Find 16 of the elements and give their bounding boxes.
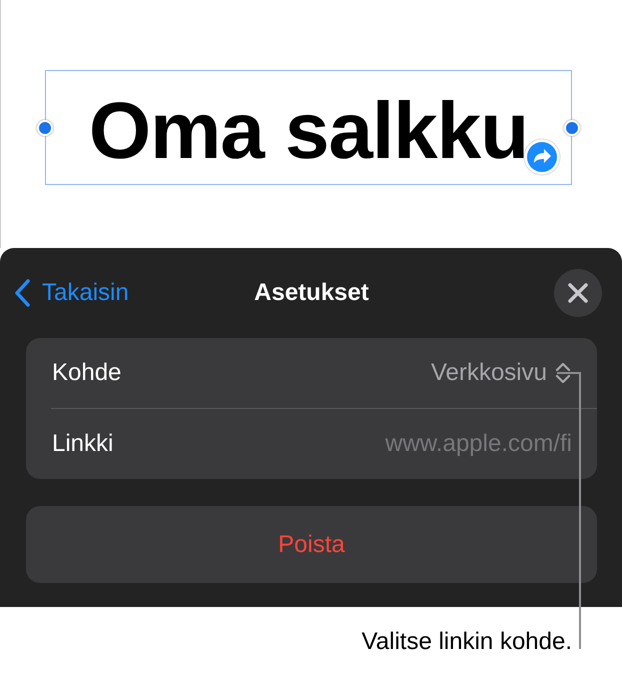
close-icon — [568, 283, 588, 303]
resize-handle[interactable] — [37, 120, 53, 136]
delete-button[interactable]: Poista — [26, 506, 597, 583]
row-label: Kohde — [52, 359, 122, 387]
row-label: Linkki — [52, 430, 114, 458]
close-button[interactable] — [554, 269, 602, 317]
back-button[interactable]: Takaisin — [14, 279, 129, 307]
title-text: Oma salkku — [88, 90, 528, 170]
link-field[interactable]: www.apple.com/fi — [385, 430, 572, 458]
panel-title: Asetukset — [254, 279, 369, 306]
chevron-left-icon — [14, 279, 30, 307]
up-down-chevron-icon — [555, 361, 571, 385]
callout-text: Valitse linkin kohde. — [362, 628, 572, 656]
resize-handle[interactable] — [564, 120, 580, 136]
text-box[interactable]: Oma salkku — [45, 70, 572, 185]
destination-popup[interactable]: Verkkosivu — [430, 359, 571, 387]
